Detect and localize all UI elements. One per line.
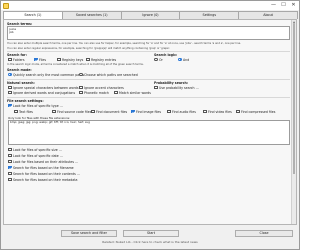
- status-link[interactable]: Related: Nuked Lib - Click here to check…: [1, 240, 299, 244]
- probability-option[interactable]: Use probability search ...: [154, 85, 199, 90]
- tab-ignore[interactable]: Ignore (0): [120, 11, 181, 19]
- checkbox[interactable]: [91, 109, 95, 114]
- natural-search-heading: Natural search:: [7, 80, 35, 85]
- tab-saved-searches[interactable]: Saved searches (1): [61, 11, 122, 19]
- app-window: — ☐ ✕ Search (1) Saved searches (1) Igno…: [0, 0, 300, 250]
- checkbox[interactable]: [8, 85, 12, 90]
- radio[interactable]: [178, 57, 182, 62]
- size-option[interactable]: Look for files of specific size ...: [8, 147, 62, 152]
- checkbox[interactable]: [154, 85, 158, 90]
- tab-about[interactable]: About: [238, 11, 298, 19]
- type-images[interactable]: Find image files: [131, 109, 161, 114]
- type-text-files[interactable]: Text files: [14, 109, 33, 114]
- extensions-input[interactable]: bmp; jpeg; jpg; png; webp; gif; tiff; ti…: [8, 119, 290, 145]
- title-bar: — ☐ ✕: [1, 1, 299, 10]
- checkbox[interactable]: [57, 57, 61, 62]
- metadata-option[interactable]: Search for files based on their metadata: [8, 177, 77, 182]
- divider: [7, 79, 290, 80]
- window-controls: — ☐ ✕: [270, 1, 297, 10]
- checkbox[interactable]: [114, 90, 118, 95]
- app-icon: [3, 2, 9, 9]
- checkbox[interactable]: [167, 109, 171, 114]
- checkbox[interactable]: [34, 57, 38, 62]
- mode-choose-paths-option[interactable]: Choose which paths are searched: [79, 72, 138, 77]
- type-documents[interactable]: Find document files: [91, 109, 127, 114]
- attributes-option[interactable]: Look for files based on their attributes…: [8, 159, 78, 164]
- filename-option[interactable]: Search for files based on the filename: [8, 165, 74, 170]
- match-similar-option[interactable]: Match similar words: [114, 90, 151, 95]
- checkbox[interactable]: [8, 90, 12, 95]
- type-source-code[interactable]: Find source code files: [52, 109, 91, 114]
- close-button[interactable]: Close: [235, 230, 293, 237]
- checkbox[interactable]: [236, 109, 240, 114]
- radio[interactable]: [8, 72, 12, 77]
- contents-option[interactable]: Search for files based on their contents…: [8, 171, 80, 176]
- checkbox[interactable]: [8, 159, 12, 164]
- radio[interactable]: [154, 57, 158, 62]
- search-terms-help-1: You can also enter multiple search terms…: [7, 42, 242, 45]
- search-for-registry-entries[interactable]: Registry entries: [86, 57, 116, 62]
- logic-and-option[interactable]: And: [178, 57, 189, 62]
- search-for-registry-keys[interactable]: Registry keys: [57, 57, 83, 62]
- type-video[interactable]: Find video files: [203, 109, 232, 114]
- checkbox[interactable]: [8, 57, 12, 62]
- checkbox[interactable]: [79, 85, 83, 90]
- checkbox[interactable]: [14, 109, 18, 114]
- search-for-heading: Search for:: [7, 52, 27, 57]
- checkbox[interactable]: [8, 165, 12, 170]
- logic-or-option[interactable]: Or: [154, 57, 163, 62]
- search-for-folders[interactable]: Folders: [8, 57, 25, 62]
- phonetic-match-option[interactable]: Phonetic match: [79, 90, 109, 95]
- type-compressed[interactable]: Find compressed files: [236, 109, 275, 114]
- checkbox[interactable]: [203, 109, 207, 114]
- checkbox[interactable]: [131, 109, 135, 114]
- tab-search[interactable]: Search (1): [3, 11, 63, 19]
- type-audio[interactable]: Find audio files: [167, 109, 196, 114]
- checkbox[interactable]: [8, 171, 12, 176]
- checkbox[interactable]: [79, 90, 83, 95]
- search-terms-help-2: You can also enter regular expressions, …: [7, 46, 171, 50]
- checkbox[interactable]: [86, 57, 90, 62]
- search-logic-help: In the search logic mode, all terms cons…: [7, 63, 144, 66]
- maximize-icon[interactable]: ☐: [280, 2, 287, 9]
- checkbox[interactable]: [8, 147, 12, 152]
- divider: [7, 51, 290, 52]
- ignore-derived-words-option[interactable]: Ignore derived words and conjugations: [8, 90, 75, 95]
- save-search-button[interactable]: Save search and filter: [61, 230, 117, 237]
- file-settings-heading: File search settings:: [7, 98, 44, 103]
- search-terms-input[interactable]: juice job: [7, 26, 290, 40]
- search-logic-heading: Search logic:: [154, 52, 178, 57]
- checkbox[interactable]: [8, 103, 12, 108]
- search-mode-heading: Search mode:: [7, 67, 32, 72]
- date-option[interactable]: Look for files of specific date ...: [8, 153, 63, 158]
- radio[interactable]: [79, 72, 83, 77]
- tab-bar: Search (1) Saved searches (1) Ignore (0)…: [3, 11, 298, 19]
- checkbox[interactable]: [8, 153, 12, 158]
- checkbox[interactable]: [8, 177, 12, 182]
- start-button[interactable]: Start: [123, 230, 179, 237]
- search-panel: Search terms: juice job You can also ent…: [3, 19, 297, 225]
- specific-type-option[interactable]: Look for files of specific type ...: [8, 103, 63, 108]
- close-icon[interactable]: ✕: [290, 2, 297, 9]
- search-for-files[interactable]: Files: [34, 57, 46, 62]
- checkbox[interactable]: [52, 109, 56, 114]
- scrollbar[interactable]: ▲: [291, 20, 296, 224]
- tab-settings[interactable]: Settings: [179, 11, 240, 19]
- minimize-icon[interactable]: —: [270, 2, 277, 9]
- scroll-thumb[interactable]: [293, 24, 295, 174]
- mode-quick-option[interactable]: Quickly search only the most common path…: [8, 72, 84, 77]
- divider: [7, 97, 290, 98]
- probability-heading: Probability search:: [154, 80, 189, 85]
